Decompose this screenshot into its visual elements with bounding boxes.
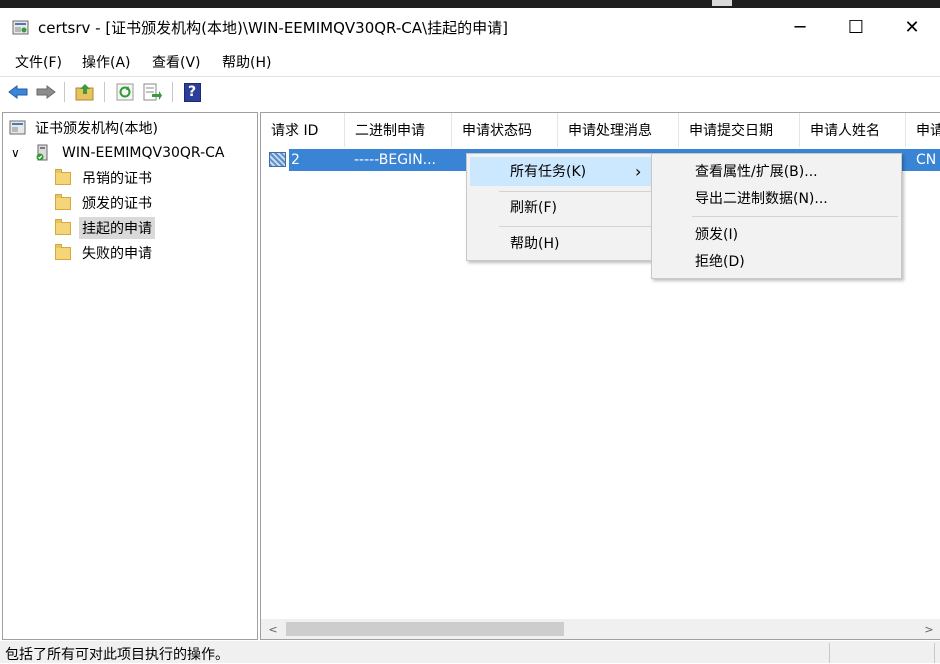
status-text: 包括了所有可对此项目执行的操作。: [5, 647, 229, 663]
export-list-icon[interactable]: [142, 81, 164, 103]
submenu-deny[interactable]: 拒绝(D): [695, 247, 745, 275]
up-folder-icon[interactable]: [74, 81, 96, 103]
window-title: certsrv - [证书颁发机构(本地)\WIN-EEMIMQV30QR-CA…: [38, 19, 508, 37]
help-glyph: ?: [183, 82, 201, 102]
column-header-request-id[interactable]: 请求 ID: [261, 113, 345, 147]
folder-icon: [55, 243, 71, 260]
status-divider: [829, 643, 830, 663]
all-tasks-submenu: 查看属性/扩展(B)... 导出二进制数据(N)... 颁发(I) 拒绝(D): [651, 153, 902, 279]
toolbar-separator: [172, 82, 173, 102]
tree-item-label: 挂起的申请: [79, 217, 155, 239]
cell-request-id: 2: [291, 152, 300, 168]
context-separator: [499, 191, 651, 192]
column-header-submitted-date[interactable]: 申请提交日期: [679, 113, 800, 147]
submenu-view-attributes[interactable]: 查看属性/扩展(B)...: [695, 157, 818, 185]
context-help[interactable]: 帮助(H): [510, 229, 559, 257]
help-icon[interactable]: ?: [181, 81, 203, 103]
submenu-issue[interactable]: 颁发(I): [695, 220, 738, 248]
tree-item-label: 失败的申请: [82, 246, 152, 262]
toolbar-separator: [104, 82, 105, 102]
tree-item-label: 吊销的证书: [82, 171, 152, 187]
menu-bar: 文件(F) 操作(A) 查看(V) 帮助(H): [0, 47, 940, 75]
submenu-arrow-icon: ›: [635, 161, 642, 181]
certsrv-root-icon: [9, 120, 26, 135]
cell-binary-request: -----BEGIN...: [354, 152, 437, 168]
menu-action[interactable]: 操作(A): [82, 52, 131, 72]
submenu-export-binary[interactable]: 导出二进制数据(N)...: [695, 184, 828, 212]
folder-icon: [55, 218, 71, 235]
submenu-separator: [692, 216, 898, 217]
tree-root[interactable]: 证书颁发机构(本地): [9, 117, 161, 139]
context-all-tasks[interactable]: 所有任务(K): [510, 157, 586, 185]
tree-item-pending[interactable]: 挂起的申请: [55, 217, 155, 239]
column-header-requester-name[interactable]: 申请人姓名: [800, 113, 906, 147]
folder-icon: [55, 193, 71, 210]
certsrv-app-icon: [12, 20, 29, 35]
column-header-disposition-message[interactable]: 申请处理消息: [558, 113, 679, 147]
tree-root-label: 证书颁发机构(本地): [35, 121, 158, 137]
tree-item-issued[interactable]: 颁发的证书: [55, 192, 155, 214]
request-row-icon: [269, 152, 286, 167]
top-strip: [0, 0, 940, 8]
top-strip-handle: [712, 0, 732, 6]
column-header-more[interactable]: 申请: [906, 113, 940, 147]
forward-arrow-icon[interactable]: [35, 81, 57, 103]
toolbar: ?: [0, 77, 940, 109]
horizontal-scrollbar[interactable]: < >: [261, 619, 940, 639]
menu-help[interactable]: 帮助(H): [222, 52, 271, 72]
refresh-icon[interactable]: [114, 81, 136, 103]
tree-item-label: 颁发的证书: [82, 196, 152, 212]
expand-chevron-icon[interactable]: ∨: [11, 146, 25, 160]
tree-item-failed[interactable]: 失败的申请: [55, 242, 155, 264]
console-tree: 证书颁发机构(本地) ∨ WIN-EEMIMQV30QR-CA 吊销的证书 颁发…: [2, 112, 258, 640]
scroll-left-arrow[interactable]: <: [264, 620, 282, 638]
back-arrow-icon[interactable]: [7, 81, 29, 103]
ca-server-icon: [36, 144, 48, 161]
context-separator: [499, 226, 651, 227]
toolbar-separator: [64, 82, 65, 102]
menu-file[interactable]: 文件(F): [15, 52, 62, 72]
folder-icon: [55, 168, 71, 185]
menu-view[interactable]: 查看(V): [152, 52, 201, 72]
scrollbar-thumb[interactable]: [286, 622, 564, 636]
column-header-binary-request[interactable]: 二进制申请: [345, 113, 452, 147]
title-bar: certsrv - [证书颁发机构(本地)\WIN-EEMIMQV30QR-CA…: [0, 8, 940, 47]
tree-ca-label: WIN-EEMIMQV30QR-CA: [62, 145, 225, 161]
column-header-status-code[interactable]: 申请状态码: [452, 113, 558, 147]
context-menu: 所有任务(K) › 刷新(F) 帮助(H): [466, 153, 656, 261]
tree-ca-node[interactable]: ∨ WIN-EEMIMQV30QR-CA: [11, 142, 227, 164]
tree-item-revoked[interactable]: 吊销的证书: [55, 167, 155, 189]
cell-requester-name: CN: [916, 152, 937, 168]
context-refresh[interactable]: 刷新(F): [510, 193, 557, 221]
maximize-button[interactable]: ☐: [828, 8, 884, 47]
scroll-right-arrow[interactable]: >: [920, 620, 938, 638]
close-button[interactable]: ✕: [884, 8, 940, 47]
minimize-button[interactable]: ─: [772, 8, 828, 47]
status-bar: 包括了所有可对此项目执行的操作。: [0, 641, 940, 663]
status-divider: [934, 643, 935, 663]
